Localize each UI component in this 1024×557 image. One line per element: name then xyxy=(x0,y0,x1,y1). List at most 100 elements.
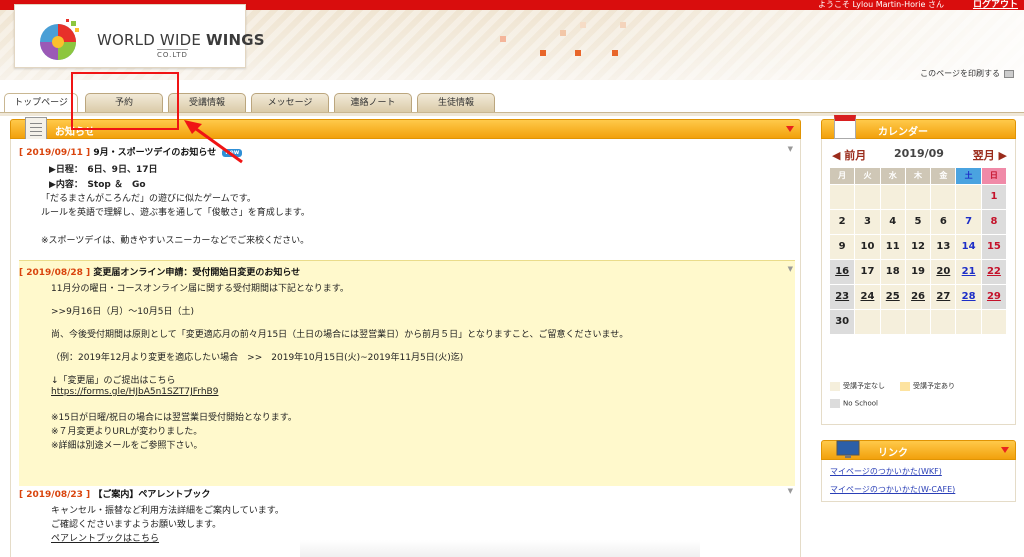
calendar-weekday-row: 月火水木金土日 xyxy=(830,168,1008,185)
news-title-text: 変更届オンライン申請：受付開始日変更のお知らせ xyxy=(93,268,301,278)
calendar-day[interactable]: 20 xyxy=(931,260,956,284)
calendar-day[interactable]: 24 xyxy=(855,285,880,309)
calendar-day[interactable]: 29 xyxy=(981,285,1007,309)
news-title[interactable]: [ 2019/09/11 ] 9月・スポーツデイのお知らせ new xyxy=(19,145,795,158)
calendar-day[interactable]: 4 xyxy=(880,210,905,234)
tab-contact-notes[interactable]: 連絡ノート xyxy=(334,93,412,113)
legend-swatch xyxy=(830,399,840,408)
annotation-highlight-box xyxy=(71,72,179,130)
calendar-day[interactable]: 22 xyxy=(981,260,1007,284)
calendar-empty-cell xyxy=(905,185,931,209)
news-line: ※15日が日曜/祝日の場合には翌営業日受付開始となります。 xyxy=(51,413,297,423)
news-line: 尚、今後受付期間は原則として「変更適応月の前々月15日（土日の場合には翌営業日）… xyxy=(51,330,629,340)
logo-subtitle: CO.LTD xyxy=(157,49,188,59)
expand-chevron-icon[interactable]: ▼ xyxy=(788,265,793,273)
news-line: ご確認くださいますようお願い致します。 xyxy=(51,520,222,530)
calendar-day[interactable]: 21 xyxy=(956,260,981,284)
deco-square xyxy=(500,36,506,42)
deco-square xyxy=(580,22,586,28)
calendar-day[interactable]: 16 xyxy=(830,260,855,284)
logo[interactable]: WORLD WIDE WINGS CO.LTD xyxy=(14,4,265,68)
calendar-day[interactable]: 1 xyxy=(981,185,1007,209)
calendar-day[interactable]: 14 xyxy=(956,235,981,259)
next-month-button[interactable]: 翌月 ▶ xyxy=(973,147,1007,163)
deco-square xyxy=(540,50,546,56)
logout-link[interactable]: ログアウト xyxy=(973,0,1018,10)
news-line: 「だるまさんがころんだ」の遊びに似たゲームです。 xyxy=(41,194,256,204)
deco-square xyxy=(575,50,581,56)
calendar-day[interactable]: 12 xyxy=(905,235,931,259)
calendar-day[interactable]: 18 xyxy=(880,260,905,284)
monitor-icon xyxy=(836,440,860,458)
collapse-icon[interactable] xyxy=(1001,447,1009,453)
tab-student-info[interactable]: 生徒情報 xyxy=(417,93,495,113)
change-form-link[interactable]: https://forms.gle/HJbA5n1SZT7JFrhB9 xyxy=(51,387,795,402)
calendar-empty-cell xyxy=(931,185,956,209)
news-line: ▶日程： 6日、9日、17日 xyxy=(49,165,158,175)
annotation-arrow-icon xyxy=(184,120,243,164)
calendar-empty-cell xyxy=(830,185,855,209)
links-panel-body: マイページのつかいかた(WKF) マイページのつかいかた(W-CAFE) xyxy=(821,460,1016,502)
calendar-day[interactable]: 11 xyxy=(880,235,905,259)
legend-label: No School xyxy=(843,399,878,408)
deco-square xyxy=(620,22,626,28)
calendar-day[interactable]: 10 xyxy=(855,235,880,259)
calendar-empty-cell xyxy=(956,310,981,334)
calendar-day[interactable]: 25 xyxy=(880,285,905,309)
tab-lesson-info[interactable]: 受講情報 xyxy=(168,93,246,113)
news-line: >>9月16日（月）～10月5日（土) xyxy=(51,307,194,317)
calendar-day[interactable]: 26 xyxy=(905,285,931,309)
calendar-empty-cell xyxy=(880,185,905,209)
news-line: ▶内容： Stop ＆ Go xyxy=(49,180,146,190)
calendar-day[interactable]: 30 xyxy=(830,310,855,334)
legend-label: 受講予定あり xyxy=(913,382,955,390)
prev-month-button[interactable]: ◀ 前月 xyxy=(832,147,866,163)
calendar-weekday: 水 xyxy=(880,168,905,184)
tab-top-page[interactable]: トップページ xyxy=(4,93,78,114)
expand-chevron-icon[interactable]: ▼ xyxy=(788,145,793,153)
calendar-day[interactable]: 15 xyxy=(981,235,1007,259)
legend-swatch xyxy=(900,381,910,391)
calendar-empty-cell xyxy=(931,310,956,334)
calendar-day[interactable]: 28 xyxy=(956,285,981,309)
news-title[interactable]: [ 2019/08/28 ] 変更届オンライン申請：受付開始日変更のお知らせ xyxy=(19,265,795,278)
news-line: ↓「変更届」のご提出はこちら xyxy=(51,376,176,386)
calendar-day[interactable]: 6 xyxy=(931,210,956,234)
logo-word-main: WORLD WIDE xyxy=(97,31,202,49)
calendar-day[interactable]: 27 xyxy=(931,285,956,309)
calendar-day[interactable]: 5 xyxy=(905,210,931,234)
legend-item: No School xyxy=(830,399,878,408)
print-page-link[interactable]: このページを印刷する xyxy=(920,68,1014,79)
link-mypage-wkf[interactable]: マイページのつかいかた(WKF) xyxy=(830,466,942,477)
current-month: 2019/09 xyxy=(894,147,944,160)
calendar-day[interactable]: 13 xyxy=(931,235,956,259)
calendar-day[interactable]: 8 xyxy=(981,210,1007,234)
news-item: [ 2019/09/11 ] 9月・スポーツデイのお知らせ new ▼ ▶日程：… xyxy=(19,145,795,247)
bottom-shadow xyxy=(300,540,700,557)
calendar-day[interactable]: 2 xyxy=(830,210,855,234)
news-line: キャンセル・振替など利用方法詳細をご案内しています。 xyxy=(51,506,284,516)
expand-chevron-icon[interactable]: ▼ xyxy=(788,487,793,495)
news-line xyxy=(51,402,795,410)
calendar-day[interactable]: 7 xyxy=(956,210,981,234)
news-line xyxy=(51,319,795,327)
calendar-day[interactable]: 3 xyxy=(855,210,880,234)
news-title[interactable]: [ 2019/08/23 ] 【ご案内】ペアレントブック xyxy=(19,487,795,500)
calendar-week-row: 30 xyxy=(830,310,1008,335)
news-line xyxy=(51,342,795,350)
calendar-week-row: 1 xyxy=(830,185,1008,210)
collapse-icon[interactable] xyxy=(786,126,794,132)
calendar-day[interactable]: 23 xyxy=(830,285,855,309)
news-line: 11月分の曜日・コースオンライン届に関する受付期間は下記となります。 xyxy=(51,284,349,294)
tab-messages[interactable]: メッセージ xyxy=(251,93,329,113)
calendar-day[interactable]: 9 xyxy=(830,235,855,259)
news-line: ※スポーツデイは、動きやすいスニーカーなどでご来校ください。 xyxy=(41,236,310,246)
calendar-weekday: 土 xyxy=(956,168,981,184)
link-mypage-wcafe[interactable]: マイページのつかいかた(W-CAFE) xyxy=(830,484,955,495)
calendar-day[interactable]: 17 xyxy=(855,260,880,284)
news-line: ルールを英語で理解し、遊ぶ事を通して「俊敏さ」を育成します。 xyxy=(41,208,310,218)
news-panel-body: [ 2019/09/11 ] 9月・スポーツデイのお知らせ new ▼ ▶日程：… xyxy=(10,139,801,557)
calendar-week-row: 23 24 25 26 27 28 29 xyxy=(830,285,1008,310)
calendar-weekday: 木 xyxy=(905,168,931,184)
calendar-day[interactable]: 19 xyxy=(905,260,931,284)
